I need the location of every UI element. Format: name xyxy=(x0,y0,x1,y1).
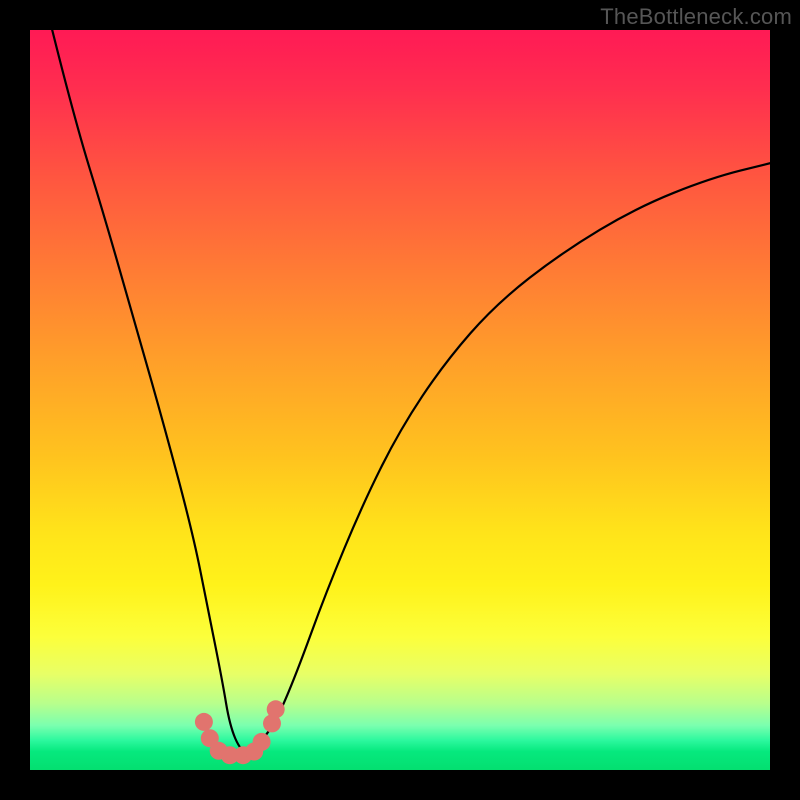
plot-area xyxy=(30,30,770,770)
bottleneck-curve xyxy=(30,30,770,770)
curve-marker xyxy=(267,700,285,718)
watermark-text: TheBottleneck.com xyxy=(600,4,792,30)
curve-marker xyxy=(253,733,271,751)
chart-frame: TheBottleneck.com xyxy=(0,0,800,800)
curve-marker xyxy=(195,713,213,731)
